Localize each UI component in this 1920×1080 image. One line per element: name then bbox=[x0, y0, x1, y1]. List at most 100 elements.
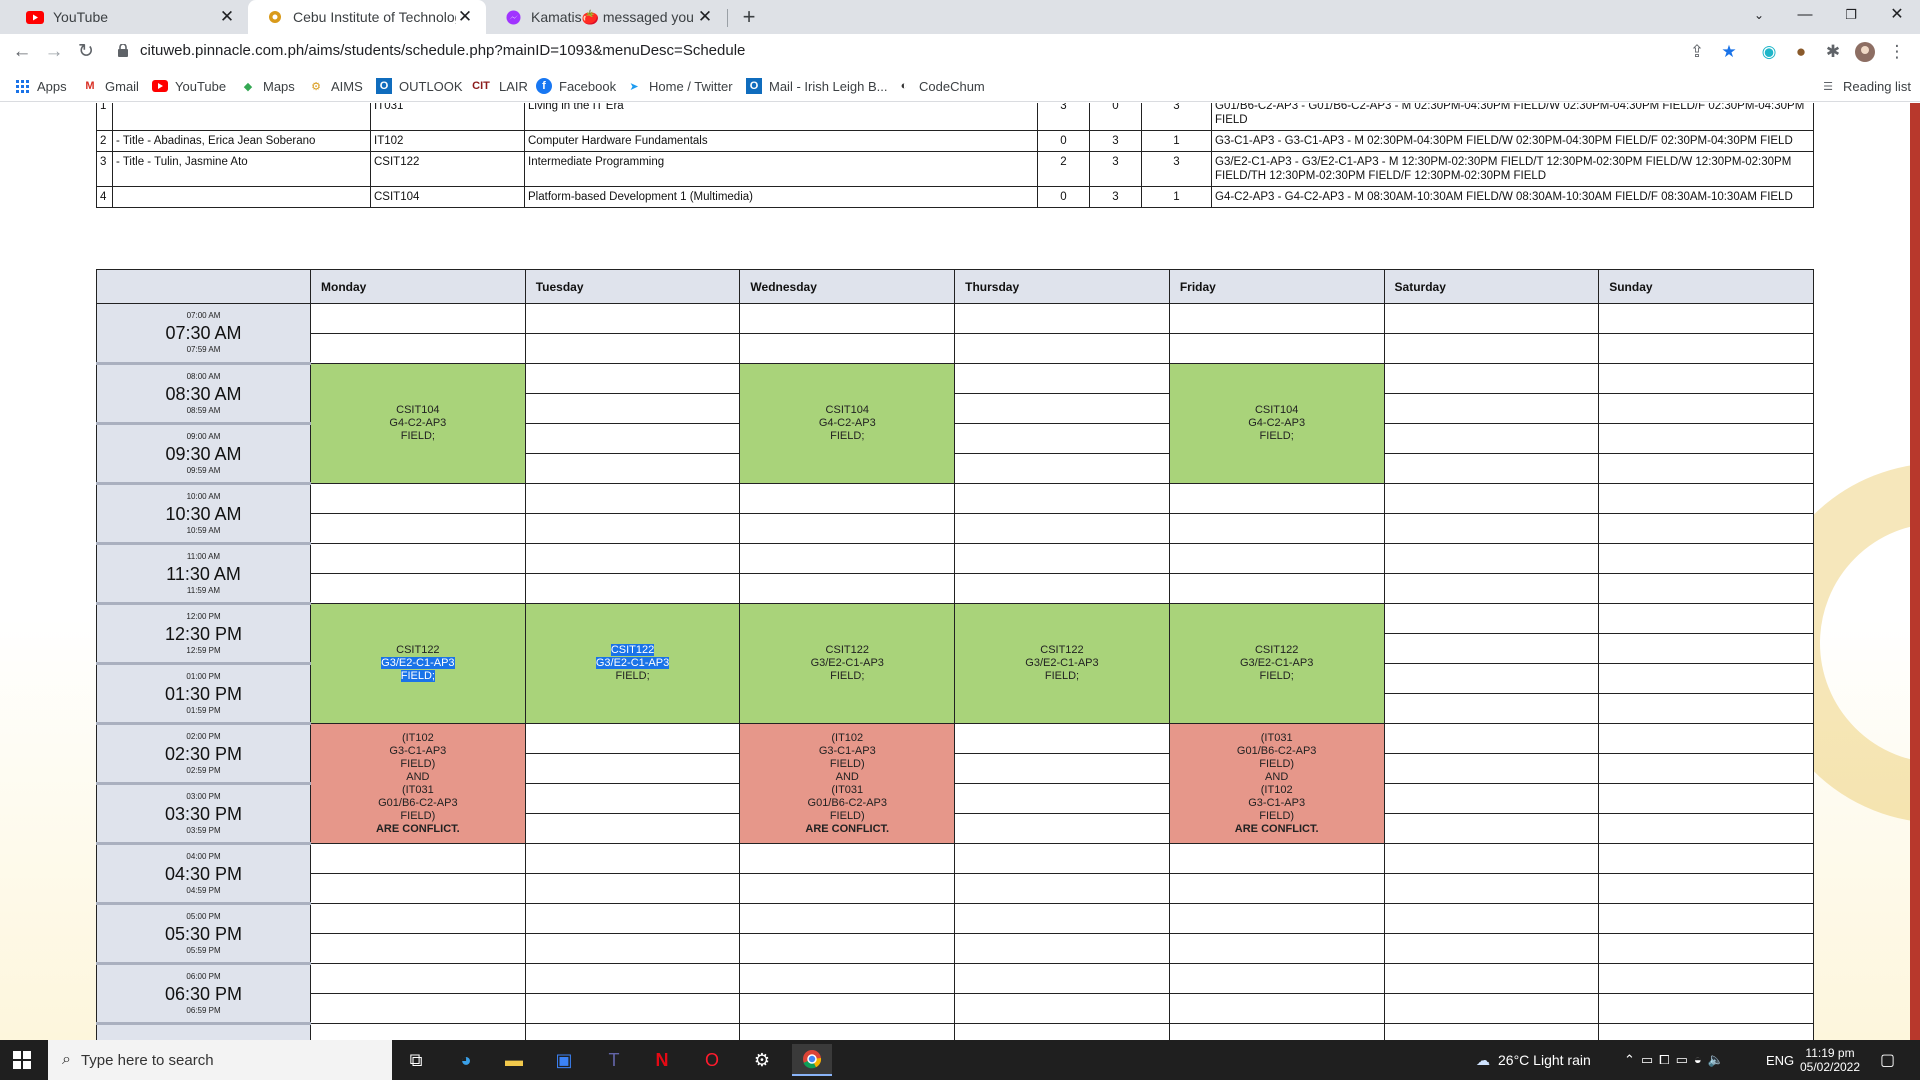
system-tray-icons[interactable]: ⌃▭⧠▭◒🔈 bbox=[1624, 1040, 1730, 1080]
empty-cell bbox=[1168, 513, 1385, 544]
clock[interactable]: 11:19 pm 05/02/2022 bbox=[1800, 1040, 1860, 1080]
new-tab-button[interactable]: + bbox=[736, 4, 762, 30]
subject-lab: 0 bbox=[1089, 103, 1142, 131]
class-block[interactable]: CSIT122 G3/E2-C1-AP3 FIELD; bbox=[1168, 603, 1385, 724]
conflict-block[interactable]: (IT031 G01/B6-C2-AP3 FIELD) AND (IT102 G3-C1-… bbox=[1168, 723, 1385, 844]
bookmark-twitter[interactable]: ➤ Home / Twitter bbox=[626, 77, 732, 95]
minimize-button[interactable]: — bbox=[1782, 0, 1828, 30]
netflix-icon[interactable]: N bbox=[642, 1044, 682, 1076]
empty-cell bbox=[954, 333, 1170, 364]
chrome-icon[interactable] bbox=[792, 1044, 832, 1076]
bookmark-codechum[interactable]: ◐ CodeChum bbox=[896, 77, 985, 95]
restore-button[interactable]: ❐ bbox=[1828, 0, 1874, 30]
subject-code: CSIT104 bbox=[370, 186, 525, 208]
subject-title: Platform-based Development 1 (Multimedia… bbox=[524, 186, 1038, 208]
class-block[interactable]: CSIT104 G4-C2-AP3 FIELD; bbox=[310, 363, 526, 484]
bookmark-gmail[interactable]: M Gmail bbox=[82, 77, 139, 95]
time-slot: 10:00 AM 10:30 AM 10:59 AM bbox=[96, 483, 311, 545]
close-icon[interactable]: ✕ bbox=[218, 7, 236, 27]
class-block[interactable]: CSIT104 G4-C2-AP3 FIELD; bbox=[739, 363, 956, 484]
forward-arrow-icon[interactable]: → bbox=[40, 38, 68, 66]
empty-cell bbox=[1383, 753, 1600, 784]
profile-avatar-icon[interactable] bbox=[1854, 42, 1876, 62]
reload-icon[interactable]: ↻ bbox=[72, 38, 100, 66]
opera-icon[interactable]: O bbox=[692, 1044, 732, 1076]
tab-messenger[interactable]: Kamatis🍅 messaged you ✕ bbox=[486, 0, 726, 34]
settings-gear-icon[interactable]: ⚙ bbox=[742, 1044, 782, 1076]
conflict-block[interactable]: (IT102 G3-C1-AP3 FIELD) AND (IT031 G01/B6-C2-… bbox=[310, 723, 526, 844]
close-icon[interactable]: ✕ bbox=[456, 7, 474, 27]
empty-cell bbox=[1383, 393, 1600, 424]
language-indicator[interactable]: ENG bbox=[1766, 1040, 1794, 1080]
bookmark-mail[interactable]: O Mail - Irish Leigh B... bbox=[746, 77, 888, 95]
empty-cell bbox=[739, 333, 956, 364]
class-block[interactable]: CSIT122 G3/E2-C1-AP3 FIELD; bbox=[524, 603, 741, 724]
windows-start-icon[interactable] bbox=[2, 1044, 42, 1076]
edge-icon[interactable]: ◕ bbox=[446, 1044, 486, 1076]
bookmark-facebook[interactable]: f Facebook bbox=[536, 77, 616, 95]
subject-units: 1 bbox=[1141, 130, 1212, 152]
block-line: FIELD) bbox=[400, 809, 436, 822]
bookmark-lair[interactable]: CIT LAIR bbox=[470, 77, 528, 95]
task-view-icon[interactable]: ⧉ bbox=[396, 1044, 436, 1076]
empty-cell bbox=[954, 993, 1170, 1024]
bookmark-youtube[interactable]: YouTube bbox=[152, 77, 226, 95]
bookmark-maps[interactable]: ◆ Maps bbox=[240, 77, 295, 95]
block-line: CSIT122 bbox=[825, 644, 869, 656]
tab-youtube[interactable]: YouTube ✕ bbox=[8, 0, 248, 34]
share-icon[interactable]: ⇪ bbox=[1686, 42, 1708, 62]
bookmark-aims[interactable]: ⚙ AIMS bbox=[308, 77, 363, 95]
day-header-monday: Monday bbox=[310, 269, 526, 304]
taskbar-search-input[interactable]: ⌕ Type here to search bbox=[48, 1040, 392, 1080]
subject-schedule: G3-C1-AP3 - G3-C1-AP3 - M 02:30PM-04:30P… bbox=[1211, 130, 1814, 152]
empty-cell bbox=[1383, 693, 1600, 724]
reading-list-button[interactable]: ☰ Reading list bbox=[1820, 77, 1911, 95]
class-block[interactable]: CSIT122 G3/E2-C1-AP3 FIELD; bbox=[954, 603, 1170, 724]
file-explorer-icon[interactable]: ▬ bbox=[494, 1044, 534, 1076]
schedule-row: 10:00 AM 10:30 AM 10:59 AM bbox=[96, 483, 1814, 545]
conflict-label: ARE CONFLICT. bbox=[1234, 822, 1319, 835]
empty-cell bbox=[954, 783, 1170, 814]
subject-lec: 0 bbox=[1037, 130, 1090, 152]
bookmark-outlook[interactable]: O OUTLOOK bbox=[376, 77, 463, 95]
extension-cookie-icon[interactable]: ● bbox=[1790, 42, 1812, 62]
empty-cell bbox=[954, 753, 1170, 784]
subject-units: 3 bbox=[1141, 151, 1212, 187]
tab-cit[interactable]: Cebu Institute of Technology Uni ✕ bbox=[248, 0, 486, 34]
close-window-button[interactable]: ✕ bbox=[1874, 0, 1920, 30]
class-block[interactable]: CSIT122 G3/E2-C1-AP3 FIELD; bbox=[310, 603, 526, 724]
close-icon[interactable]: ✕ bbox=[696, 7, 714, 27]
scrollbar-strip[interactable] bbox=[1910, 103, 1920, 1040]
weather-widget[interactable]: ☁ 26°C Light rain bbox=[1476, 1040, 1591, 1080]
menu-dots-icon[interactable]: ⋮ bbox=[1886, 42, 1908, 62]
empty-cell bbox=[524, 963, 741, 994]
conflict-block[interactable]: (IT102 G3-C1-AP3 FIELD) AND (IT031 G01/B6-C2-… bbox=[739, 723, 956, 844]
empty-cell bbox=[1598, 513, 1814, 544]
address-bar[interactable]: cituweb.pinnacle.com.ph/aims/students/sc… bbox=[140, 42, 745, 59]
notifications-icon[interactable]: ▢ bbox=[1880, 1040, 1895, 1080]
empty-cell bbox=[524, 513, 741, 544]
bookmark-star-icon[interactable]: ★ bbox=[1718, 42, 1740, 62]
extensions-puzzle-icon[interactable]: ✱ bbox=[1822, 42, 1844, 62]
extension-grammarly-icon[interactable]: ◉ bbox=[1758, 42, 1780, 62]
back-arrow-icon[interactable]: ← bbox=[8, 38, 36, 66]
store-icon[interactable]: ▣ bbox=[544, 1044, 584, 1076]
bookmark-apps[interactable]: Apps bbox=[14, 77, 67, 95]
empty-cell bbox=[1168, 843, 1385, 874]
empty-cell bbox=[524, 423, 741, 454]
class-block[interactable]: CSIT104 G4-C2-AP3 FIELD; bbox=[1168, 363, 1385, 484]
slot-start: 05:00 PM bbox=[186, 911, 221, 921]
teams-icon[interactable]: T bbox=[594, 1044, 634, 1076]
empty-cell bbox=[1168, 933, 1385, 964]
empty-cell bbox=[1598, 543, 1814, 574]
empty-cell bbox=[1383, 363, 1600, 394]
reading-list-icon: ☰ bbox=[1823, 80, 1833, 93]
tab-search-icon[interactable]: ⌄ bbox=[1736, 0, 1782, 30]
block-line: FIELD; bbox=[400, 430, 435, 442]
empty-cell bbox=[1168, 333, 1385, 364]
class-block[interactable]: CSIT122 G3/E2-C1-AP3 FIELD; bbox=[739, 603, 956, 724]
slot-label: 03:30 PM bbox=[164, 803, 243, 824]
block-line: FIELD; bbox=[1259, 430, 1294, 442]
slot-start: 06:00 PM bbox=[186, 971, 221, 981]
empty-cell bbox=[739, 543, 956, 574]
